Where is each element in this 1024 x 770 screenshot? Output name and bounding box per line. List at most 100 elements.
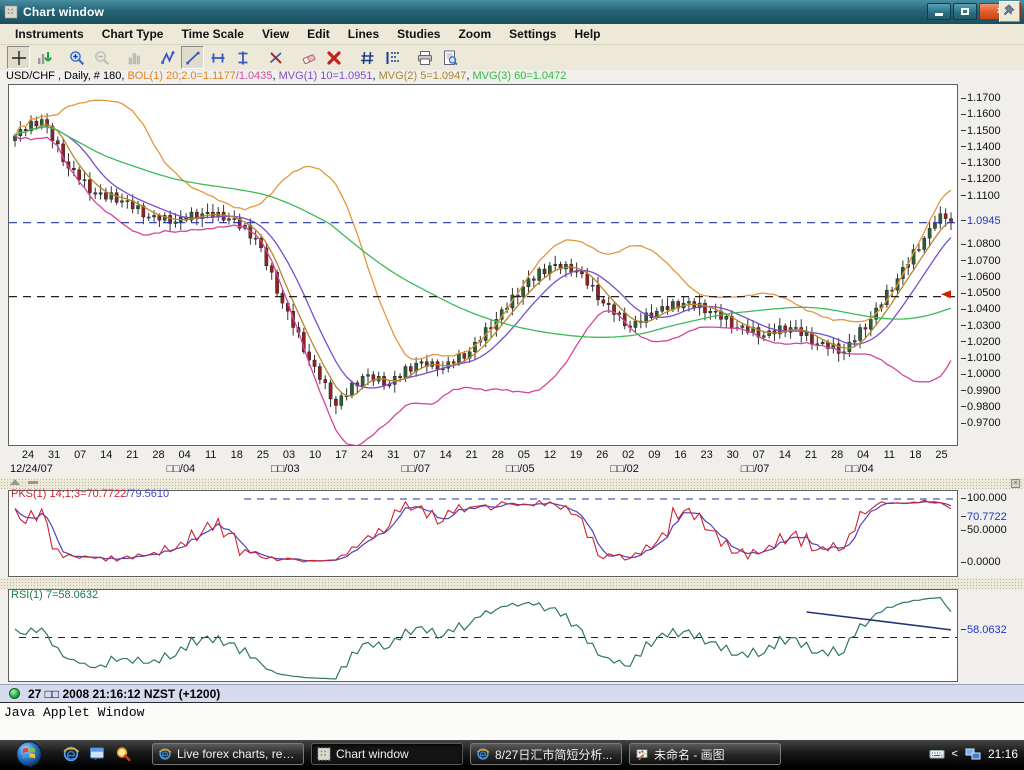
y-axis-label: 1.0000 <box>961 368 1001 380</box>
y-axis-label: 1.0500 <box>961 287 1001 299</box>
quick-launch-bar <box>62 740 132 768</box>
zoom-in-button[interactable] <box>65 46 88 69</box>
menu-bar: InstrumentsChart TypeTime ScaleViewEditL… <box>0 24 1024 45</box>
chart-header-segment: USD/CHF , Daily, # 180 <box>6 70 121 82</box>
quick-launch-internet-explorer-icon[interactable] <box>62 745 80 763</box>
y-axis-label: 1.1600 <box>961 108 1001 120</box>
title-bar[interactable]: Chart window × <box>0 0 1024 24</box>
toolbar-separator <box>346 46 354 69</box>
fib-levels-icon <box>383 49 401 67</box>
menu-item-chart-type[interactable]: Chart Type <box>93 25 173 43</box>
rsi-chart[interactable] <box>9 590 957 681</box>
x-axis-day-label: 16 <box>674 449 686 461</box>
panel-resize-handles[interactable] <box>10 479 38 485</box>
x-axis-day-label: 14 <box>100 449 112 461</box>
x-axis-month-label: 12/24/07 <box>10 463 53 475</box>
stochastic-title-segment: /79.5610 <box>126 488 169 500</box>
menu-item-instruments[interactable]: Instruments <box>6 25 93 43</box>
chart-header-segment: /1.0435 <box>236 70 273 82</box>
y-axis-label: 1.1500 <box>961 125 1001 137</box>
menu-item-zoom[interactable]: Zoom <box>449 25 500 43</box>
x-axis-day-label: 14 <box>439 449 451 461</box>
export-data-button[interactable] <box>32 46 55 69</box>
remove-line-tool-button[interactable] <box>264 46 287 69</box>
taskbar-button-label: Live forex charts, real... <box>177 747 298 761</box>
y-axis-label: 0.9800 <box>961 401 1001 413</box>
menu-item-studies[interactable]: Studies <box>388 25 449 43</box>
chart-header-segment: MVG(3) 60=1.0472 <box>473 70 567 82</box>
toolbar-separator <box>404 46 412 69</box>
candlestick-chart[interactable] <box>9 85 957 445</box>
keyboard-icon[interactable] <box>929 746 945 762</box>
taskbar-button-2[interactable]: 8/27日汇市简短分析... <box>470 743 622 765</box>
x-axis-day-label: 12 <box>544 449 556 461</box>
trendline-tool-button[interactable] <box>181 46 204 69</box>
toolbar-separator <box>147 46 155 69</box>
dock-pin-icon <box>1002 3 1017 21</box>
rsi-panel-plot[interactable] <box>8 589 958 682</box>
x-axis-day-label: 25 <box>257 449 269 461</box>
quick-launch-messenger-icon[interactable] <box>88 745 106 763</box>
internet-explorer-icon <box>476 747 490 761</box>
crosshair-button[interactable] <box>7 46 30 69</box>
x-axis-day-label: 11 <box>205 449 216 461</box>
status-timestamp: 27 □□ 2008 21:16:12 NZST (+1200) <box>28 687 220 701</box>
panel-splitter[interactable] <box>0 578 1024 589</box>
menu-item-view[interactable]: View <box>253 25 298 43</box>
polyline-tool-icon <box>159 49 177 67</box>
y-axis-label: 1.0100 <box>961 352 1001 364</box>
rsi-title-segment: RSI(1) 7=58.0632 <box>11 589 98 601</box>
internet-explorer-icon <box>158 747 172 761</box>
volume-histogram-icon <box>126 49 144 67</box>
applet-window-icon <box>317 747 331 761</box>
network-icon[interactable] <box>965 746 981 762</box>
chart-header-segment: MVG(1) 10=1.0951 <box>279 70 373 82</box>
stochastic-chart[interactable] <box>9 491 957 576</box>
grid-button[interactable] <box>355 46 378 69</box>
menu-item-settings[interactable]: Settings <box>500 25 565 43</box>
x-axis-day-label: 21 <box>466 449 478 461</box>
taskbar-button-3[interactable]: 未命名 - 画图 <box>629 743 781 765</box>
x-axis-day-label: 10 <box>309 449 321 461</box>
y-axis-label: 1.1400 <box>961 141 1001 153</box>
paint-icon <box>635 747 649 761</box>
x-axis-day-label: 18 <box>231 449 243 461</box>
main-chart-plot[interactable] <box>8 84 958 446</box>
fib-levels-button[interactable] <box>380 46 403 69</box>
x-axis-day-label: 09 <box>648 449 660 461</box>
quick-launch-search-tool-icon[interactable] <box>114 745 132 763</box>
stochastic-level-label: 50.0000 <box>961 524 1007 536</box>
taskbar-button-0[interactable]: Live forex charts, real... <box>152 743 304 765</box>
zoom-out-icon <box>93 49 111 67</box>
delete-all-button[interactable] <box>322 46 345 69</box>
eraser-button[interactable] <box>297 46 320 69</box>
volume-histogram-button[interactable] <box>123 46 146 69</box>
start-button[interactable] <box>16 741 42 767</box>
print-button[interactable] <box>413 46 436 69</box>
taskbar: Live forex charts, real... Chart window 8/… <box>0 740 1024 768</box>
restore-button[interactable] <box>953 3 977 20</box>
chart-header-segment: BOL(1) 20;2.0=1.1177 <box>127 70 235 82</box>
zoom-out-button[interactable] <box>90 46 113 69</box>
vertical-channel-tool-button[interactable] <box>231 46 254 69</box>
menu-item-lines[interactable]: Lines <box>339 25 388 43</box>
toolbar-separator <box>255 46 263 69</box>
minimize-button[interactable] <box>927 3 951 20</box>
polyline-tool-button[interactable] <box>156 46 179 69</box>
horizontal-channel-tool-button[interactable] <box>206 46 229 69</box>
collapse-arrow-icon[interactable]: < <box>952 748 958 760</box>
x-axis-day-label: 28 <box>492 449 504 461</box>
close-panel-button[interactable]: × <box>1011 479 1020 488</box>
stochastic-title-segment: PKS(1) 14;1;3=70.7722 <box>11 488 126 500</box>
stochastic-panel-plot[interactable] <box>8 490 958 577</box>
stochastic-level-label: 0.0000 <box>961 556 1001 568</box>
menu-item-edit[interactable]: Edit <box>298 25 339 43</box>
toolbar <box>0 45 1024 70</box>
taskbar-button-1[interactable]: Chart window <box>311 743 463 765</box>
menu-item-time-scale[interactable]: Time Scale <box>172 25 252 43</box>
menu-item-help[interactable]: Help <box>565 25 609 43</box>
print-preview-button[interactable] <box>438 46 461 69</box>
dock-pin-button[interactable] <box>999 1 1020 22</box>
java-applet-banner: Java Applet Window <box>0 702 1024 740</box>
y-axis-label: 1.1100 <box>961 190 1000 202</box>
